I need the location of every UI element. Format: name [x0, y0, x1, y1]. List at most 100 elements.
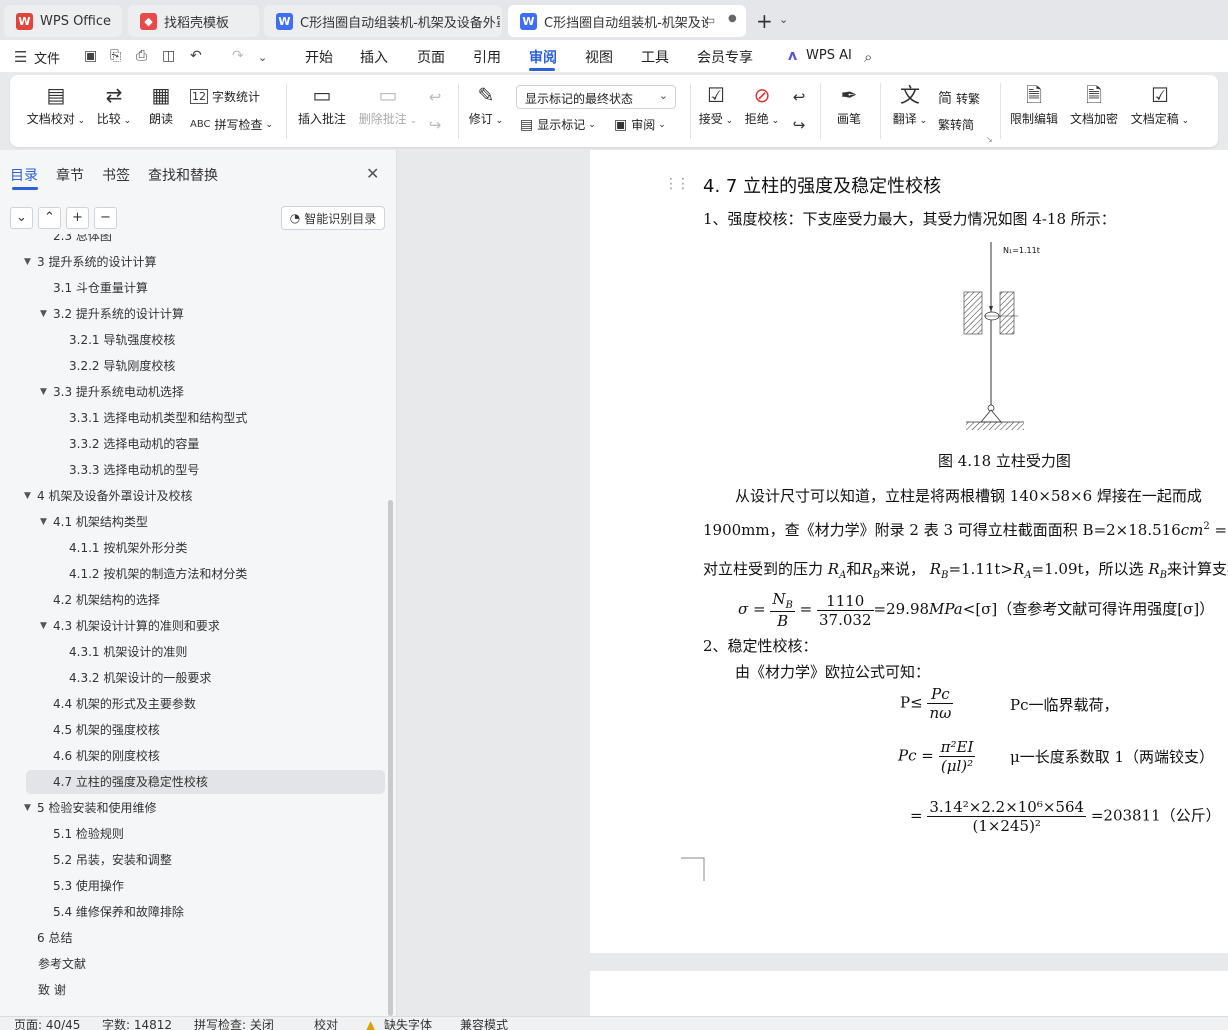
next-change-button[interactable]: ↪ [788, 114, 810, 140]
menu-review[interactable]: 审阅 [529, 47, 557, 67]
menu-reference[interactable]: 引用 [473, 47, 501, 67]
search-icon[interactable]: ⌕ [864, 48, 872, 66]
menu-tools[interactable]: 工具 [641, 47, 669, 67]
toc-item[interactable]: 3.3.3 选择电动机的型号 [0, 458, 385, 482]
menu-start[interactable]: 开始 [305, 47, 333, 67]
sidebar-tab-toc[interactable]: 目录 [10, 165, 38, 185]
monitor-icon[interactable]: ▭ [704, 13, 715, 27]
toc-item[interactable]: ▼ 5 检验安装和使用维修 [0, 796, 385, 820]
toc-item[interactable]: 5.1 检验规则 [0, 822, 385, 846]
toc-item[interactable]: 3.3.1 选择电动机类型和结构型式 [0, 406, 385, 430]
sidebar-scrollbar[interactable] [388, 500, 393, 1016]
toc-item[interactable]: 4.4 机架的形式及主要参数 [0, 692, 385, 716]
quick-access-chevron-icon[interactable]: ⌄ [258, 51, 267, 64]
prev-change-button[interactable]: ↩ [788, 86, 810, 112]
file-menu[interactable]: 文件 [34, 48, 60, 67]
drag-handle-icon[interactable]: ⋮⋮ [664, 176, 690, 192]
toc-item[interactable]: 3.1 斗仓重量计算 [0, 276, 385, 300]
toc-item[interactable]: 4.5 机架的强度校核 [0, 718, 385, 742]
save-icon[interactable]: ▣ [84, 48, 97, 64]
markup-state-select[interactable]: 显示标记的最终状态 ⌄ [516, 85, 676, 109]
compare-button[interactable]: ⇄ 比较 ⌄ [94, 84, 134, 127]
tab-document-1[interactable]: W C形挡圈自动组装机-机架及设备外罩设计 [264, 5, 502, 37]
word-count-button[interactable]: 12 字数统计 [190, 88, 260, 105]
status-page[interactable]: 页面: 40/45 [14, 1018, 80, 1030]
accept-button[interactable]: ☑ 接受 ⌄ [696, 84, 736, 127]
toc-item[interactable]: ▼ 4.1 机架结构类型 [0, 510, 385, 534]
toc-item[interactable]: 5.3 使用操作 [0, 874, 385, 898]
toc-item[interactable]: ▼ 3 提升系统的设计计算 [0, 250, 385, 274]
smart-toc-button[interactable]: ◔ 智能识别目录 [281, 206, 385, 230]
export-icon[interactable]: ⎘ [110, 48, 121, 64]
expand-caret-icon[interactable]: ▼ [40, 614, 47, 638]
toc-item[interactable]: 4.2 机架结构的选择 [0, 588, 385, 612]
toc-item[interactable]: 参考文献 [0, 952, 385, 976]
close-icon[interactable]: ✕ [366, 164, 379, 183]
menu-view[interactable]: 视图 [585, 47, 613, 67]
toc-item[interactable]: 6 总结 [0, 926, 385, 950]
redo-icon[interactable]: ↷ [232, 48, 244, 64]
doc-check-button[interactable]: ▤ 文档校对 ⌄ [26, 84, 86, 127]
tab-template-store[interactable]: ◆ 找稻壳模板 [128, 5, 259, 37]
sidebar-tab-chapters[interactable]: 章节 [56, 165, 84, 185]
menu-insert[interactable]: 插入 [360, 47, 388, 67]
toc-item[interactable]: ▼ 4 机架及设备外罩设计及校核 [0, 484, 385, 508]
expand-caret-icon[interactable]: ▼ [40, 380, 47, 404]
hamburger-menu-icon[interactable]: ☰ [14, 48, 27, 66]
pen-button[interactable]: ✒ 画笔 [834, 84, 864, 127]
spell-check-button[interactable]: ABC 拼写检查 ⌄ [190, 116, 273, 133]
toc-item[interactable]: ▼ 3.3 提升系统电动机选择 [0, 380, 385, 404]
expand-caret-icon[interactable]: ▼ [40, 510, 47, 534]
wps-ai-icon[interactable]: ʌ [788, 48, 797, 64]
menu-page[interactable]: 页面 [417, 47, 445, 67]
undo-icon[interactable]: ↶ [190, 48, 202, 64]
restrict-edit-button[interactable]: 🗎 限制编辑 [1008, 84, 1060, 127]
reject-button[interactable]: ⊘ 拒绝 ⌄ [742, 84, 782, 127]
sidebar-tab-bookmarks[interactable]: 书签 [102, 165, 130, 185]
add-heading-icon[interactable]: + [66, 207, 89, 229]
expand-caret-icon[interactable]: ▼ [40, 302, 47, 326]
toc-item[interactable]: ▼ 4.3 机架设计计算的准则和要求 [0, 614, 385, 638]
expand-down-icon[interactable]: ⌄ [10, 207, 33, 229]
translate-button[interactable]: 文 翻译 ⌄ [890, 84, 930, 127]
delete-comment-button[interactable]: ▭ 删除批注 ⌄ [356, 84, 420, 127]
tab-wps-office[interactable]: W WPS Office [4, 5, 122, 37]
print-icon[interactable]: ⎙ [136, 48, 147, 64]
tab-list-chevron-icon[interactable]: ⌄ [779, 13, 788, 26]
expand-caret-icon[interactable]: ▼ [24, 484, 31, 508]
status-proof[interactable]: 校对 [314, 1018, 338, 1030]
toc-item[interactable]: 3.2.2 导轨刚度校核 [0, 354, 385, 378]
toc-item[interactable]: 5.2 吊装，安装和调整 [0, 848, 385, 872]
to-traditional-button[interactable]: 简 转繁 [938, 88, 980, 108]
toc-item[interactable]: 3.3.2 选择电动机的容量 [0, 432, 385, 456]
status-spell-check[interactable]: 拼写检查: 关闭 [194, 1018, 274, 1030]
toc-item-selected[interactable]: 4.7 立柱的强度及稳定性校核 [26, 770, 385, 794]
prev-comment-button[interactable]: ↩ [424, 86, 446, 112]
toc-item[interactable]: 4.1.1 按机架外形分类 [0, 536, 385, 560]
read-aloud-button[interactable]: ▦ 朗读 [146, 84, 176, 127]
toc-item[interactable]: 4.6 机架的刚度校核 [0, 744, 385, 768]
next-comment-button[interactable]: ↪ [424, 114, 446, 140]
status-word-count[interactable]: 字数: 14812 [102, 1018, 172, 1030]
toc-item[interactable]: ▼ 3.2 提升系统的设计计算 [0, 302, 385, 326]
to-simplified-button[interactable]: 繁转简 [938, 116, 974, 133]
tab-document-2-active[interactable]: W C形挡圈自动组装机-机架及设备外罩设计 ▭ ● [508, 5, 746, 37]
expand-caret-icon[interactable]: ▼ [24, 250, 31, 274]
toc-item[interactable]: 4.3.2 机架设计的一般要求 [0, 666, 385, 690]
dialog-launcher-icon[interactable]: ↘ [986, 135, 993, 144]
status-missing-font[interactable]: 缺失字体 [384, 1018, 432, 1030]
insert-comment-button[interactable]: ▭ 插入批注 [296, 84, 348, 127]
menu-member[interactable]: 会员专享 [697, 47, 753, 67]
toc-item[interactable]: 4.1.2 按机架的制造方法和材分类 [0, 562, 385, 586]
toc-item[interactable]: 3.2.1 导轨强度校核 [0, 328, 385, 352]
wps-ai-button[interactable]: WPS AI [806, 48, 852, 63]
print-preview-icon[interactable]: ◫ [162, 48, 175, 64]
remove-heading-icon[interactable]: − [94, 207, 117, 229]
review-pane-button[interactable]: ▣ 审阅 ⌄ [614, 116, 666, 133]
toc-item[interactable]: 4.3.1 机架设计的准则 [0, 640, 385, 664]
collapse-up-icon[interactable]: ⌃ [38, 207, 61, 229]
document-page-next[interactable] [590, 971, 1228, 1016]
new-tab-button[interactable]: + [756, 9, 773, 33]
expand-caret-icon[interactable]: ▼ [24, 796, 31, 820]
unsaved-dot-icon[interactable]: ● [728, 13, 737, 24]
